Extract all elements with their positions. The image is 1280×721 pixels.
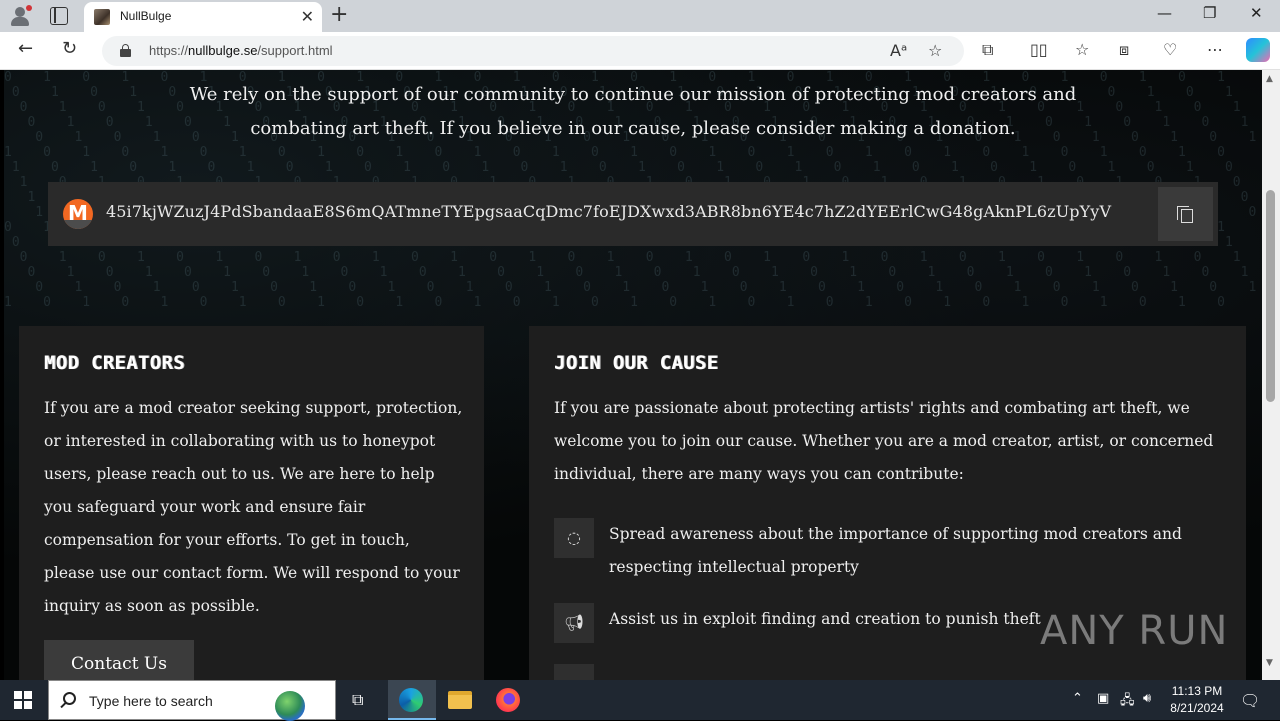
copilot-icon[interactable]: [1246, 38, 1270, 62]
file-explorer-icon[interactable]: [436, 680, 484, 720]
copy-address-button[interactable]: [1158, 187, 1213, 241]
refresh-icon[interactable]: ↻: [62, 38, 77, 59]
scroll-up-icon[interactable]: ▲: [1266, 74, 1273, 84]
anyrun-watermark: ANY RUN: [1040, 608, 1228, 654]
back-icon[interactable]: ←: [18, 38, 33, 59]
join-cause-title: JOIN OUR CAUSE: [554, 352, 719, 374]
taskbar-clock[interactable]: 11:13 PM 8/21/2024: [1160, 683, 1234, 717]
scroll-thumb[interactable]: [1266, 190, 1275, 402]
watermark-text: ANY RUN: [1040, 608, 1229, 654]
scroll-down-icon[interactable]: ▼: [1266, 658, 1273, 668]
favorite-star-icon[interactable]: ☆: [928, 41, 942, 60]
page-scrollbar[interactable]: ▲ ▼: [1262, 70, 1280, 680]
mod-creators-text: If you are a mod creator seeking support…: [44, 399, 463, 615]
page-viewport: 0 1 0 1 0 1 0 1 0 1 0 1 0 1 0 1 0 1 0 1 …: [0, 70, 1280, 680]
notifications-icon[interactable]: 🗨︎: [1240, 691, 1260, 710]
intro-line-1: We rely on the support of our community …: [189, 84, 1077, 105]
megaphone-icon: 📢︎: [554, 603, 594, 643]
url-text[interactable]: https://nullbulge.se/support.html: [149, 43, 333, 58]
browser-tab[interactable]: NullBulge ✕: [84, 2, 322, 32]
tray-app-icon[interactable]: ▣: [1097, 691, 1109, 706]
spinner-icon: ◌: [554, 518, 594, 558]
close-window-icon[interactable]: ✕: [1250, 4, 1263, 22]
restore-icon[interactable]: ❐: [1203, 4, 1216, 22]
volume-icon[interactable]: 🔊︎: [1143, 691, 1151, 706]
site-favicon-icon: [94, 9, 110, 25]
close-tab-icon[interactable]: ✕: [301, 7, 314, 26]
intro-line-2: combating art theft. If you believe in o…: [250, 118, 1016, 139]
collections-icon[interactable]: ⧈: [1119, 40, 1129, 60]
edge-taskbar-icon[interactable]: [388, 680, 436, 720]
tab-bar: NullBulge ✕ + — ❐ ✕: [0, 0, 1280, 32]
search-highlight-icon: [261, 685, 327, 721]
wallet-address-box: M 45i7kjWZuzJ4PdSbandaaE8S6mQATmneTYEpgs…: [48, 182, 1218, 246]
wallet-address[interactable]: 45i7kjWZuzJ4PdSbandaaE8S6mQATmneTYEpgsaa…: [106, 202, 1111, 221]
taskbar-search-box[interactable]: Type here to search: [48, 680, 336, 721]
firefox-icon[interactable]: [484, 680, 532, 720]
read-aloud-icon[interactable]: Aᵃ: [890, 41, 907, 60]
split-screen-icon[interactable]: ▯▯: [1030, 40, 1048, 59]
support-page: 0 1 0 1 0 1 0 1 0 1 0 1 0 1 0 1 0 1 0 1 …: [4, 70, 1262, 680]
favorites-icon[interactable]: ☆: [1075, 40, 1089, 59]
task-view-icon[interactable]: ⧉: [338, 680, 386, 720]
profile-icon[interactable]: [8, 4, 34, 28]
minimize-icon[interactable]: —: [1157, 4, 1172, 22]
tab-title: NullBulge: [120, 9, 172, 23]
network-icon[interactable]: 🖧︎: [1120, 691, 1135, 713]
windows-taskbar: Type here to search ⧉ ⌃ ▣ 🖧︎ 🔊︎ 11:13 PM…: [0, 680, 1280, 721]
url-field[interactable]: https://nullbulge.se/support.html Aᵃ ☆: [102, 36, 964, 66]
search-placeholder: Type here to search: [89, 693, 213, 709]
copy-icon: [1177, 206, 1194, 223]
tray-chevron-icon[interactable]: ⌃: [1072, 691, 1083, 706]
cause-item-text: Spread awareness about the importance of…: [609, 525, 1182, 576]
clock-date: 8/21/2024: [1170, 701, 1224, 715]
mod-creators-title: MOD CREATORS: [44, 352, 185, 374]
more-options-icon[interactable]: ⋯: [1207, 40, 1223, 59]
windows-start-icon[interactable]: [14, 691, 32, 709]
donation-intro: We rely on the support of our community …: [4, 78, 1262, 146]
contact-us-button[interactable]: Contact Us: [44, 640, 194, 680]
browser-essentials-icon[interactable]: ♡: [1163, 40, 1177, 59]
search-icon: [63, 692, 76, 705]
mod-creators-card: MOD CREATORS If you are a mod creator se…: [19, 326, 484, 680]
extensions-icon[interactable]: ⧉: [982, 40, 993, 60]
monero-icon: M: [63, 199, 93, 229]
address-bar: ← ↻ https://nullbulge.se/support.html Aᵃ…: [0, 32, 1280, 70]
tab-actions-icon[interactable]: [50, 7, 68, 25]
lock-icon[interactable]: [120, 44, 131, 57]
cause-icon-partial: [554, 664, 594, 680]
clock-time: 11:13 PM: [1171, 684, 1223, 698]
join-cause-text: If you are passionate about protecting a…: [554, 399, 1214, 483]
new-tab-icon[interactable]: +: [330, 2, 348, 27]
